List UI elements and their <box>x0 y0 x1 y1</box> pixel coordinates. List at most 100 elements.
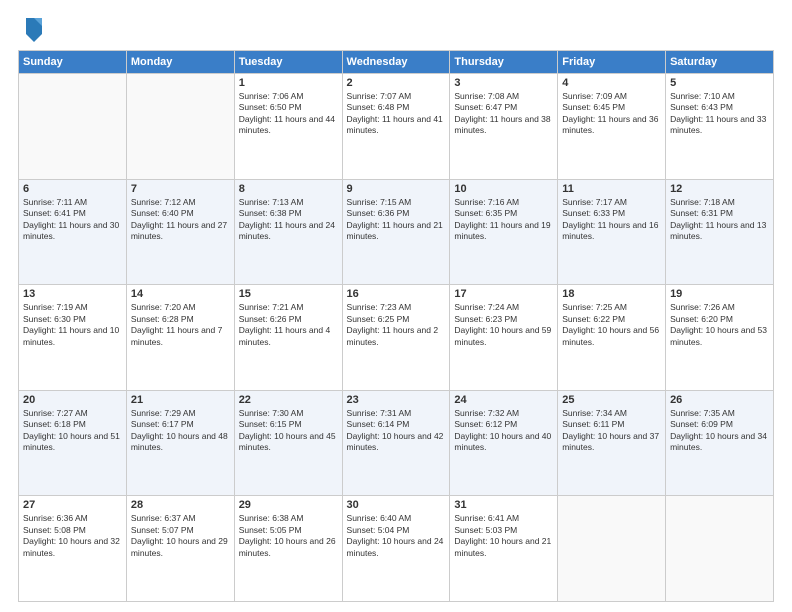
day-number: 1 <box>239 77 338 89</box>
calendar-cell <box>126 74 234 180</box>
calendar-cell: 28 Sunrise: 6:37 AMSunset: 5:07 PMDayligh… <box>126 496 234 602</box>
day-info: Sunrise: 7:11 AMSunset: 6:41 PMDaylight:… <box>23 197 122 243</box>
calendar-cell: 22Sunrise: 7:30 AMSunset: 6:15 PMDayligh… <box>234 390 342 496</box>
week-row-2: 13Sunrise: 7:19 AMSunset: 6:30 PMDayligh… <box>19 285 774 391</box>
day-info: Sunrise: 7:20 AMSunset: 6:28 PMDaylight:… <box>131 302 230 348</box>
day-info: Sunrise: 6:37 AMSunset: 5:07 PMDaylight:… <box>131 513 230 559</box>
day-number: 11 <box>562 183 661 195</box>
day-info: Sunrise: 7:30 AMSunset: 6:15 PMDaylight:… <box>239 408 338 454</box>
logo-icon <box>22 14 46 42</box>
calendar-cell: 9Sunrise: 7:15 AMSunset: 6:36 PMDaylight… <box>342 179 450 285</box>
day-number: 27 <box>23 499 122 511</box>
day-number: 10 <box>454 183 553 195</box>
calendar-cell: 16 Sunrise: 7:23 AMSunset: 6:25 PMDayligh… <box>342 285 450 391</box>
day-number: 31 <box>454 499 553 511</box>
calendar-cell: 17Sunrise: 7:24 AMSunset: 6:23 PMDayligh… <box>450 285 558 391</box>
weekday-header-thursday: Thursday <box>450 51 558 74</box>
day-number: 12 <box>670 183 769 195</box>
day-info: Sunrise: 7:16 AMSunset: 6:35 PMDaylight:… <box>454 197 553 243</box>
day-info: Sunrise: 7:31 AMSunset: 6:14 PMDaylight:… <box>347 408 446 454</box>
day-number: 14 <box>131 288 230 300</box>
calendar-cell: 5Sunrise: 7:10 AMSunset: 6:43 PMDaylight… <box>666 74 774 180</box>
day-info: Sunrise: 7:34 AMSunset: 6:11 PMDaylight:… <box>562 408 661 454</box>
day-number: 5 <box>670 77 769 89</box>
day-info: Sunrise: 6:36 AMSunset: 5:08 PMDaylight:… <box>23 513 122 559</box>
page-header <box>18 18 774 42</box>
day-number: 16 <box>347 288 446 300</box>
calendar-cell: 3Sunrise: 7:08 AMSunset: 6:47 PMDaylight… <box>450 74 558 180</box>
day-number: 4 <box>562 77 661 89</box>
day-info: Sunrise: 7:06 AMSunset: 6:50 PMDaylight:… <box>239 91 338 137</box>
day-number: 28 <box>131 499 230 511</box>
calendar-cell <box>666 496 774 602</box>
week-row-4: 27 Sunrise: 6:36 AMSunset: 5:08 PMDayligh… <box>19 496 774 602</box>
day-number: 7 <box>131 183 230 195</box>
weekday-header-tuesday: Tuesday <box>234 51 342 74</box>
day-info: Sunrise: 7:18 AMSunset: 6:31 PMDaylight:… <box>670 197 769 243</box>
calendar-cell: 25 Sunrise: 7:34 AMSunset: 6:11 PMDayligh… <box>558 390 666 496</box>
day-number: 9 <box>347 183 446 195</box>
calendar-cell: 7 Sunrise: 7:12 AMSunset: 6:40 PMDaylight… <box>126 179 234 285</box>
weekday-header-sunday: Sunday <box>19 51 127 74</box>
calendar-cell: 11 Sunrise: 7:17 AMSunset: 6:33 PMDayligh… <box>558 179 666 285</box>
week-row-3: 20 Sunrise: 7:27 AMSunset: 6:18 PMDayligh… <box>19 390 774 496</box>
weekday-header-friday: Friday <box>558 51 666 74</box>
day-info: Sunrise: 7:23 AMSunset: 6:25 PMDaylight:… <box>347 302 446 348</box>
day-number: 3 <box>454 77 553 89</box>
calendar-cell <box>558 496 666 602</box>
day-number: 24 <box>454 394 553 406</box>
day-number: 25 <box>562 394 661 406</box>
weekday-header-monday: Monday <box>126 51 234 74</box>
day-number: 30 <box>347 499 446 511</box>
calendar-cell: 15 Sunrise: 7:21 AMSunset: 6:26 PMDayligh… <box>234 285 342 391</box>
day-number: 8 <box>239 183 338 195</box>
calendar-cell <box>19 74 127 180</box>
day-info: Sunrise: 7:17 AMSunset: 6:33 PMDaylight:… <box>562 197 661 243</box>
calendar-cell: 2Sunrise: 7:07 AMSunset: 6:48 PMDaylight… <box>342 74 450 180</box>
day-info: Sunrise: 7:19 AMSunset: 6:30 PMDaylight:… <box>23 302 122 348</box>
day-number: 6 <box>23 183 122 195</box>
calendar-cell: 13Sunrise: 7:19 AMSunset: 6:30 PMDayligh… <box>19 285 127 391</box>
day-info: Sunrise: 6:40 AMSunset: 5:04 PMDaylight:… <box>347 513 446 559</box>
calendar-cell: 8 Sunrise: 7:13 AMSunset: 6:38 PMDaylight… <box>234 179 342 285</box>
calendar-page: SundayMondayTuesdayWednesdayThursdayFrid… <box>0 0 792 612</box>
calendar-cell: 14 Sunrise: 7:20 AMSunset: 6:28 PMDayligh… <box>126 285 234 391</box>
day-number: 18 <box>562 288 661 300</box>
calendar-cell: 27 Sunrise: 6:36 AMSunset: 5:08 PMDayligh… <box>19 496 127 602</box>
day-info: Sunrise: 7:26 AMSunset: 6:20 PMDaylight:… <box>670 302 769 348</box>
logo <box>18 18 46 42</box>
calendar-cell: 19Sunrise: 7:26 AMSunset: 6:20 PMDayligh… <box>666 285 774 391</box>
day-info: Sunrise: 7:07 AMSunset: 6:48 PMDaylight:… <box>347 91 446 137</box>
calendar-cell: 21Sunrise: 7:29 AMSunset: 6:17 PMDayligh… <box>126 390 234 496</box>
calendar-cell: 6 Sunrise: 7:11 AMSunset: 6:41 PMDaylight… <box>19 179 127 285</box>
day-info: Sunrise: 7:25 AMSunset: 6:22 PMDaylight:… <box>562 302 661 348</box>
day-info: Sunrise: 7:27 AMSunset: 6:18 PMDaylight:… <box>23 408 122 454</box>
day-number: 23 <box>347 394 446 406</box>
calendar-cell: 4 Sunrise: 7:09 AMSunset: 6:45 PMDaylight… <box>558 74 666 180</box>
week-row-0: 1 Sunrise: 7:06 AMSunset: 6:50 PMDaylight… <box>19 74 774 180</box>
day-info: Sunrise: 7:09 AMSunset: 6:45 PMDaylight:… <box>562 91 661 137</box>
day-number: 15 <box>239 288 338 300</box>
weekday-header-row: SundayMondayTuesdayWednesdayThursdayFrid… <box>19 51 774 74</box>
day-info: Sunrise: 7:21 AMSunset: 6:26 PMDaylight:… <box>239 302 338 348</box>
calendar-cell: 1 Sunrise: 7:06 AMSunset: 6:50 PMDaylight… <box>234 74 342 180</box>
day-info: Sunrise: 7:32 AMSunset: 6:12 PMDaylight:… <box>454 408 553 454</box>
calendar-table: SundayMondayTuesdayWednesdayThursdayFrid… <box>18 50 774 602</box>
calendar-cell: 30 Sunrise: 6:40 AMSunset: 5:04 PMDayligh… <box>342 496 450 602</box>
day-info: Sunrise: 6:38 AMSunset: 5:05 PMDaylight:… <box>239 513 338 559</box>
weekday-header-saturday: Saturday <box>666 51 774 74</box>
calendar-cell: 29Sunrise: 6:38 AMSunset: 5:05 PMDayligh… <box>234 496 342 602</box>
day-info: Sunrise: 7:24 AMSunset: 6:23 PMDaylight:… <box>454 302 553 348</box>
calendar-cell: 18 Sunrise: 7:25 AMSunset: 6:22 PMDayligh… <box>558 285 666 391</box>
calendar-cell: 31Sunrise: 6:41 AMSunset: 5:03 PMDayligh… <box>450 496 558 602</box>
calendar-cell: 10 Sunrise: 7:16 AMSunset: 6:35 PMDayligh… <box>450 179 558 285</box>
day-info: Sunrise: 7:13 AMSunset: 6:38 PMDaylight:… <box>239 197 338 243</box>
calendar-cell: 20 Sunrise: 7:27 AMSunset: 6:18 PMDayligh… <box>19 390 127 496</box>
day-info: Sunrise: 7:29 AMSunset: 6:17 PMDaylight:… <box>131 408 230 454</box>
weekday-header-wednesday: Wednesday <box>342 51 450 74</box>
calendar-cell: 24 Sunrise: 7:32 AMSunset: 6:12 PMDayligh… <box>450 390 558 496</box>
calendar-cell: 26Sunrise: 7:35 AMSunset: 6:09 PMDayligh… <box>666 390 774 496</box>
day-info: Sunrise: 7:12 AMSunset: 6:40 PMDaylight:… <box>131 197 230 243</box>
calendar-cell: 23 Sunrise: 7:31 AMSunset: 6:14 PMDayligh… <box>342 390 450 496</box>
day-number: 20 <box>23 394 122 406</box>
